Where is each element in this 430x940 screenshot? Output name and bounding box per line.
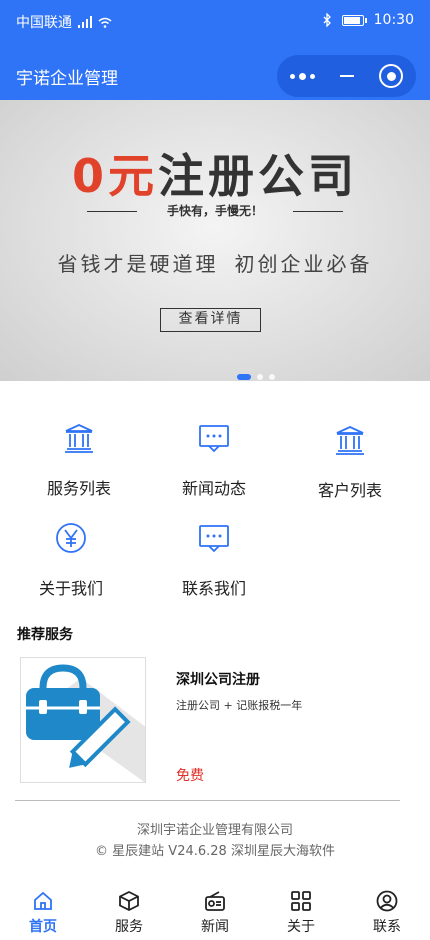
radio-icon xyxy=(205,891,225,911)
section-title: 推荐服务 xyxy=(17,627,73,643)
box-icon xyxy=(119,890,139,912)
menu-item-service-list[interactable]: 服务列表 xyxy=(24,421,134,499)
menu-item-about[interactable]: 关于我们 xyxy=(16,521,126,599)
footer: 深圳宇诺企业管理有限公司 © 星辰建站 V24.6.28 深圳星辰大海软件 xyxy=(0,820,430,862)
carrier-info: 中国联通 xyxy=(16,12,112,32)
carousel-dot[interactable] xyxy=(269,374,275,380)
page-title: 宇诺企业管理 xyxy=(16,69,118,89)
tab-label: 服务 xyxy=(115,919,143,935)
tab-label: 新闻 xyxy=(201,919,229,935)
menu-label: 客户列表 xyxy=(317,481,382,500)
service-card-desc: 注册公司 + 记账报税一年 xyxy=(176,699,303,712)
carousel-dot[interactable] xyxy=(257,374,263,380)
bluetooth-icon xyxy=(323,13,331,27)
menu-label: 服务列表 xyxy=(46,479,111,498)
banner-carousel[interactable]: 0元注册公司 手快有，手慢无！ 省钱才是硬道理 初创企业必备 查看详情 xyxy=(0,100,430,381)
close-icon[interactable] xyxy=(379,64,404,88)
banner-tagline: 省钱才是硬道理 初创企业必备 xyxy=(57,252,373,276)
signal-icon xyxy=(78,16,92,28)
tab-label: 关于 xyxy=(287,919,315,935)
menu-item-news[interactable]: 新闻动态 xyxy=(159,421,269,499)
top-bar: 中国联通 10:30 宇诺企业管理 xyxy=(0,0,430,100)
tab-service[interactable]: 服务 xyxy=(99,890,159,936)
chat-icon xyxy=(199,425,229,453)
carrier-name: 中国联通 xyxy=(16,15,72,31)
wifi-icon xyxy=(98,17,112,28)
footer-company: 深圳宇诺企业管理有限公司 xyxy=(136,823,293,838)
menu-label: 联系我们 xyxy=(181,579,246,598)
bank-icon xyxy=(65,424,93,453)
grid-icon xyxy=(291,891,311,911)
bank-icon xyxy=(336,426,364,455)
battery-icon xyxy=(341,14,367,26)
user-circle-icon xyxy=(376,890,398,912)
tab-contact[interactable]: 联系 xyxy=(357,890,417,936)
mini-program-capsule xyxy=(277,55,416,97)
more-icon[interactable] xyxy=(289,72,315,80)
tab-bar: 首页 服务 新闻 关于 联系 xyxy=(0,884,430,940)
carousel-dot-active[interactable] xyxy=(237,374,251,380)
tab-news[interactable]: 新闻 xyxy=(185,890,245,936)
minimize-icon[interactable] xyxy=(339,75,354,77)
menu-label: 关于我们 xyxy=(38,579,103,598)
banner-headline-prefix: 0元 xyxy=(71,149,158,203)
menu-label: 新闻动态 xyxy=(181,479,246,498)
banner-headline: 0元注册公司 xyxy=(0,140,430,206)
menu-item-client-list[interactable]: 客户列表 xyxy=(295,421,405,501)
tab-label: 联系 xyxy=(373,919,401,935)
service-card-price: 免费 xyxy=(176,768,204,784)
tab-home[interactable]: 首页 xyxy=(13,890,73,936)
service-card-title[interactable]: 深圳公司注册 xyxy=(176,669,260,689)
status-right: 10:30 xyxy=(323,12,414,28)
banner-detail-button[interactable]: 查看详情 xyxy=(160,308,261,332)
carousel-indicator xyxy=(237,374,275,380)
banner-headline-main: 注册公司 xyxy=(158,149,358,203)
tab-label: 首页 xyxy=(29,919,57,935)
divider xyxy=(15,800,400,801)
service-card-image[interactable] xyxy=(20,657,146,783)
banner-slogan: 手快有，手慢无！ xyxy=(0,202,430,219)
footer-copyright: © 星辰建站 V24.6.28 深圳星辰大海软件 xyxy=(95,844,335,859)
home-icon xyxy=(34,891,52,910)
chat-icon xyxy=(199,525,229,553)
yen-icon xyxy=(56,523,86,553)
status-bar: 中国联通 10:30 xyxy=(0,0,430,42)
tab-about[interactable]: 关于 xyxy=(271,890,331,936)
clock: 10:30 xyxy=(373,12,414,28)
menu-item-contact[interactable]: 联系我们 xyxy=(159,521,269,599)
briefcase-pencil-icon xyxy=(26,664,145,782)
